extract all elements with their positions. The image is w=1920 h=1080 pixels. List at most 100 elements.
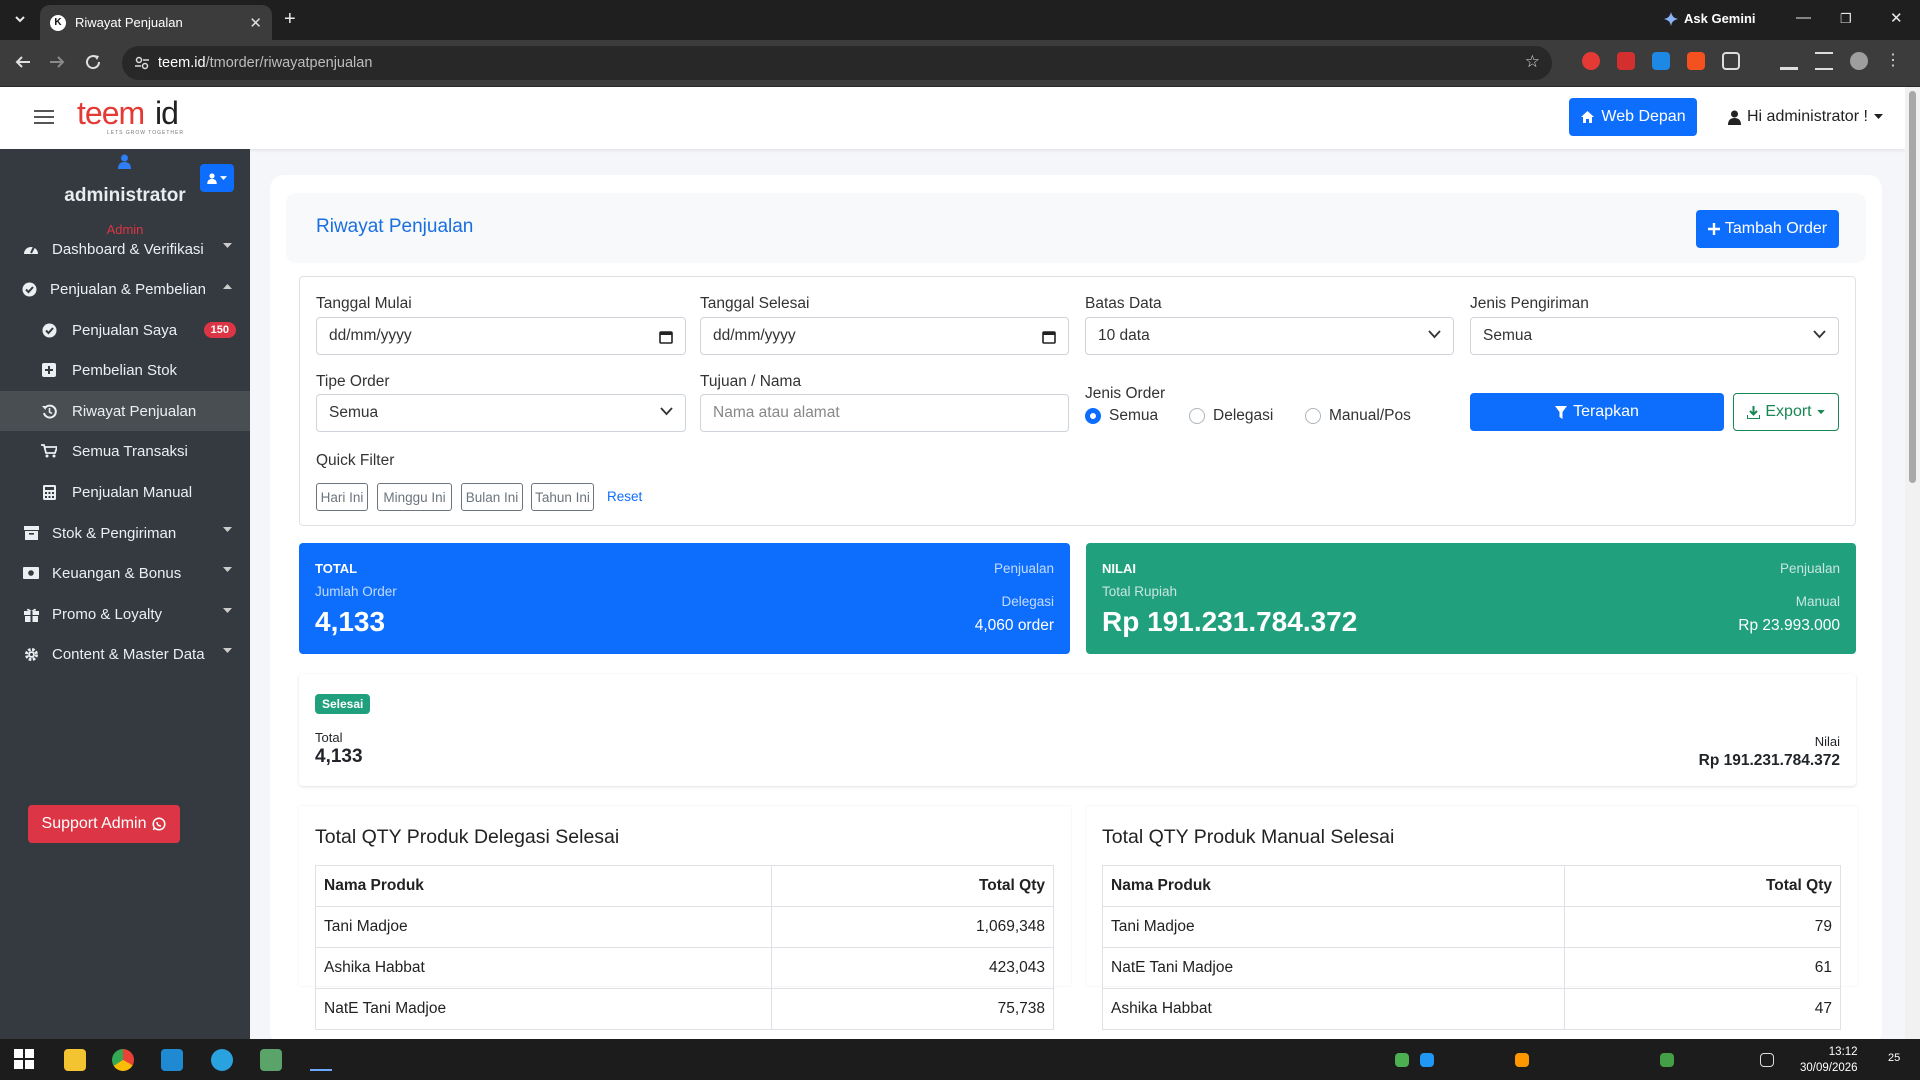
product-qty-cell: 423,043	[771, 947, 1054, 989]
vscode-icon[interactable]	[161, 1049, 183, 1071]
chrome-icon[interactable]	[112, 1049, 134, 1071]
radio-label: Manual/Pos	[1329, 407, 1411, 424]
extensions-puzzle-icon[interactable]	[1722, 52, 1740, 70]
tray-app-icon[interactable]	[1660, 1053, 1674, 1067]
edge-icon[interactable]	[211, 1049, 233, 1071]
product-name-cell: NatE Tani Madjoe	[314, 988, 773, 1030]
new-tab-button[interactable]: +	[284, 8, 296, 31]
summary-total-value: 4,133	[315, 746, 363, 767]
quick-filter-hari-ini[interactable]: Hari Ini	[316, 483, 368, 511]
extension-youtube-icon[interactable]	[1617, 52, 1635, 70]
tipe-order-select[interactable]: Semua	[316, 394, 686, 432]
bookmark-star-icon[interactable]: ☆	[1525, 52, 1540, 72]
filter-card: Tanggal Mulai dd/mm/yyyy Tanggal Selesai…	[299, 276, 1856, 526]
tanggal-mulai-input[interactable]: dd/mm/yyyy	[316, 317, 686, 355]
clock-time: 13:12	[1828, 1046, 1858, 1058]
extension-orange-icon[interactable]	[1687, 52, 1705, 70]
table-row: NatE Tani Madjoe 75,738	[314, 988, 1054, 1030]
scrollbar-thumb[interactable]	[1909, 91, 1916, 483]
radio-label: Semua	[1109, 407, 1159, 424]
browser-tab-bar: K Riwayat Penjualan ✕ + Ask Gemini — ❐ ✕	[0, 0, 1920, 40]
stat-right-top: Penjualan	[1779, 561, 1840, 576]
chevron-down-icon	[660, 407, 673, 416]
batas-data-select[interactable]: 10 data	[1085, 317, 1454, 355]
address-bar[interactable]: teem.id /tmorder/riwayatpenjualan ☆	[122, 46, 1552, 80]
jenis-order-radio-semua[interactable]: Semua	[1085, 407, 1158, 425]
column-header-total-qty: Total Qty	[1564, 865, 1841, 907]
extension-blue-icon[interactable]	[1652, 52, 1670, 70]
tanggal-selesai-input[interactable]: dd/mm/yyyy	[700, 317, 1069, 355]
active-app-icon[interactable]	[310, 1049, 332, 1071]
reload-icon[interactable]	[84, 53, 102, 71]
tab-search-icon[interactable]	[13, 12, 27, 26]
close-tab-icon[interactable]: ✕	[249, 14, 262, 32]
jenis-order-radio-delegasi[interactable]: Delegasi	[1189, 407, 1273, 425]
export-dropdown-button[interactable]: Export	[1733, 393, 1839, 431]
delegasi-table-title: Total QTY Produk Delegasi Selesai	[315, 826, 620, 848]
ask-gemini-button[interactable]: Ask Gemini	[1664, 11, 1756, 26]
stat-right-mid: Delegasi	[1001, 594, 1054, 609]
site-favicon-icon: K	[50, 14, 66, 31]
reset-link[interactable]: Reset	[607, 489, 642, 504]
url-path: /tmorder/riwayatpenjualan	[205, 55, 373, 71]
profile-avatar-icon[interactable]	[1850, 52, 1868, 70]
status-badge: Selesai	[315, 694, 371, 714]
product-qty-cell: 47	[1564, 988, 1841, 1030]
product-qty-cell: 75,738	[771, 988, 1054, 1030]
jenis-pengiriman-label: Jenis Pengiriman	[1470, 295, 1589, 312]
volume-icon[interactable]	[1760, 1053, 1774, 1067]
tujuan-nama-input[interactable]: Nama atau alamat	[700, 394, 1069, 432]
product-name-cell: Tani Madjoe	[314, 906, 773, 948]
tujuan-nama-label: Tujuan / Nama	[700, 373, 802, 390]
tambah-order-button[interactable]: Tambah Order	[1696, 210, 1839, 248]
tanggal-selesai-value: dd/mm/yyyy	[713, 327, 796, 344]
jenis-order-radio-manual-pos[interactable]: Manual/Pos	[1305, 407, 1411, 425]
back-arrow-icon[interactable]	[14, 53, 32, 71]
notepad-app-icon[interactable]	[260, 1049, 282, 1071]
product-qty-cell: 79	[1564, 906, 1841, 948]
tray-app-icon[interactable]	[1420, 1053, 1434, 1067]
tray-app-icon[interactable]	[1515, 1053, 1529, 1067]
table-row: NatE Tani Madjoe 61	[1101, 947, 1841, 989]
column-header-total-qty: Total Qty	[771, 865, 1054, 907]
close-window-icon[interactable]: ✕	[1890, 9, 1903, 27]
stat-value: Rp 191.231.784.372	[1102, 606, 1358, 637]
quick-filter-tahun-ini[interactable]: Tahun Ini	[531, 483, 594, 511]
extension-red-icon[interactable]	[1582, 52, 1600, 70]
column-header-nama-produk: Nama Produk	[1101, 865, 1566, 907]
export-label: Export	[1765, 403, 1812, 420]
quick-filter-bulan-ini[interactable]: Bulan Ini	[461, 483, 523, 511]
table-header-row: Nama Produk Total Qty	[314, 865, 1054, 907]
windows-start-icon[interactable]	[14, 1049, 36, 1071]
summary-selesai-card: Selesai Total 4,133 Nilai Rp 191.231.784…	[299, 674, 1856, 786]
tray-app-icon[interactable]	[1395, 1053, 1409, 1067]
site-settings-icon[interactable]	[134, 55, 150, 71]
terapkan-button[interactable]: Terapkan	[1470, 393, 1724, 431]
product-name-cell: Tani Madjoe	[1101, 906, 1566, 948]
manual-qty-panel: Total QTY Produk Manual Selesai Nama Pro…	[1086, 806, 1858, 1030]
windows-taskbar: 13:12 30/09/2026 25	[0, 1039, 1920, 1080]
tambah-order-label: Tambah Order	[1724, 220, 1828, 237]
minimize-window-icon[interactable]: —	[1796, 9, 1811, 26]
page-scrollbar[interactable]	[1905, 87, 1920, 1039]
stat-right-value: Rp 23.993.000	[1738, 617, 1840, 634]
delegasi-qty-panel: Total QTY Produk Delegasi Selesai Nama P…	[299, 806, 1071, 1030]
taskbar-clock[interactable]: 13:12 30/09/2026	[1800, 1044, 1858, 1076]
terapkan-label: Terapkan	[1573, 403, 1639, 420]
file-explorer-icon[interactable]	[64, 1049, 86, 1071]
notification-count[interactable]: 25	[1888, 1052, 1900, 1064]
restore-window-icon[interactable]: ❐	[1840, 11, 1852, 27]
reading-list-icon[interactable]	[1815, 52, 1833, 70]
stat-card-total: TOTAL Jumlah Order 4,133 Penjualan Deleg…	[299, 543, 1070, 654]
browser-tab-active[interactable]: K Riwayat Penjualan ✕	[40, 5, 272, 40]
downloads-icon[interactable]	[1780, 52, 1798, 70]
tanggal-mulai-label: Tanggal Mulai	[316, 295, 412, 312]
forward-arrow-icon[interactable]	[48, 53, 66, 71]
quick-filter-minggu-ini[interactable]: Minggu Ini	[377, 483, 452, 511]
stat-key: NILAI	[1102, 561, 1136, 576]
browser-menu-icon[interactable]: ⋮	[1885, 50, 1903, 69]
page-title: Riwayat Penjualan	[316, 216, 474, 237]
jenis-pengiriman-select[interactable]: Semua	[1470, 317, 1839, 355]
stat-right-mid: Manual	[1795, 594, 1840, 609]
download-icon	[1747, 405, 1761, 419]
